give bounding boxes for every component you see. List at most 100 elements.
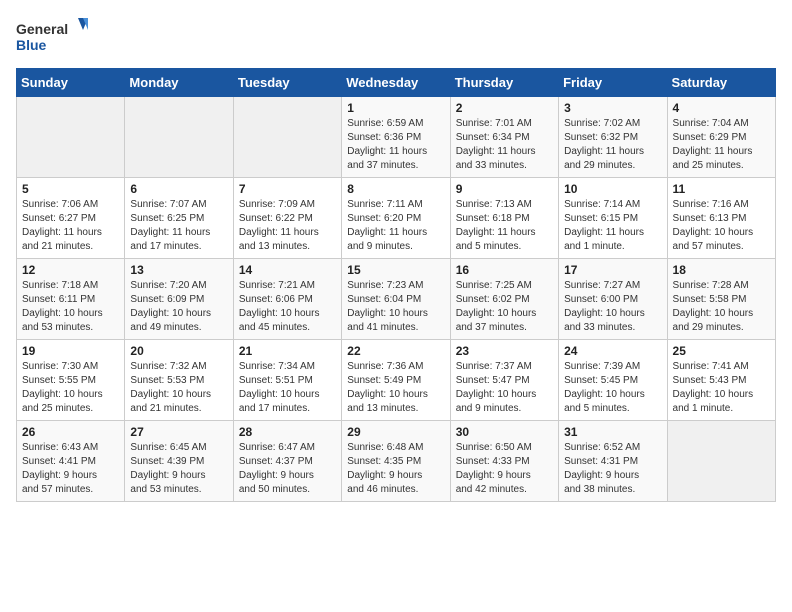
col-header-monday: Monday [125, 69, 233, 97]
calendar-cell: 20 Sunrise: 7:32 AM Sunset: 5:53 PM Dayli… [125, 340, 233, 421]
calendar-cell: 6 Sunrise: 7:07 AM Sunset: 6:25 PM Daylig… [125, 178, 233, 259]
day-info: Sunrise: 7:11 AM Sunset: 6:20 PM Dayligh… [347, 198, 444, 254]
calendar-cell [233, 97, 341, 178]
calendar-cell: 21 Sunrise: 7:34 AM Sunset: 5:51 PM Dayli… [233, 340, 341, 421]
day-info: Sunrise: 6:50 AM Sunset: 4:33 PM Dayligh… [456, 441, 553, 497]
calendar-cell: 1 Sunrise: 6:59 AM Sunset: 6:36 PM Daylig… [342, 97, 450, 178]
day-info: Sunrise: 6:48 AM Sunset: 4:35 PM Dayligh… [347, 441, 444, 497]
calendar-cell [17, 97, 125, 178]
calendar-cell: 18 Sunrise: 7:28 AM Sunset: 5:58 PM Dayli… [667, 259, 775, 340]
day-number: 15 [347, 263, 444, 277]
calendar-cell: 5 Sunrise: 7:06 AM Sunset: 6:27 PM Daylig… [17, 178, 125, 259]
day-number: 19 [22, 344, 119, 358]
day-number: 29 [347, 425, 444, 439]
day-number: 24 [564, 344, 661, 358]
day-info: Sunrise: 7:16 AM Sunset: 6:13 PM Dayligh… [673, 198, 770, 254]
day-info: Sunrise: 7:37 AM Sunset: 5:47 PM Dayligh… [456, 360, 553, 416]
day-info: Sunrise: 7:25 AM Sunset: 6:02 PM Dayligh… [456, 279, 553, 335]
calendar-cell: 19 Sunrise: 7:30 AM Sunset: 5:55 PM Dayli… [17, 340, 125, 421]
day-number: 31 [564, 425, 661, 439]
day-number: 2 [456, 101, 553, 115]
day-number: 3 [564, 101, 661, 115]
day-number: 21 [239, 344, 336, 358]
logo: General Blue [16, 16, 96, 56]
day-number: 5 [22, 182, 119, 196]
calendar-cell: 10Sunrise: 7:14 AM Sunset: 6:15 PM Dayli… [559, 178, 667, 259]
calendar-cell: 14 Sunrise: 7:21 AM Sunset: 6:06 PM Dayli… [233, 259, 341, 340]
day-number: 26 [22, 425, 119, 439]
calendar-week-row: 19 Sunrise: 7:30 AM Sunset: 5:55 PM Dayli… [17, 340, 776, 421]
day-number: 20 [130, 344, 227, 358]
day-number: 27 [130, 425, 227, 439]
calendar-week-row: 5 Sunrise: 7:06 AM Sunset: 6:27 PM Daylig… [17, 178, 776, 259]
day-info: Sunrise: 7:20 AM Sunset: 6:09 PM Dayligh… [130, 279, 227, 335]
calendar-cell: 28 Sunrise: 6:47 AM Sunset: 4:37 PM Dayli… [233, 421, 341, 502]
day-info: Sunrise: 7:36 AM Sunset: 5:49 PM Dayligh… [347, 360, 444, 416]
day-info: Sunrise: 6:45 AM Sunset: 4:39 PM Dayligh… [130, 441, 227, 497]
day-info: Sunrise: 6:47 AM Sunset: 4:37 PM Dayligh… [239, 441, 336, 497]
calendar-cell: 7 Sunrise: 7:09 AM Sunset: 6:22 PM Daylig… [233, 178, 341, 259]
calendar-cell: 22Sunrise: 7:36 AM Sunset: 5:49 PM Dayli… [342, 340, 450, 421]
calendar-cell: 4 Sunrise: 7:04 AM Sunset: 6:29 PM Daylig… [667, 97, 775, 178]
day-info: Sunrise: 7:30 AM Sunset: 5:55 PM Dayligh… [22, 360, 119, 416]
calendar-week-row: 12Sunrise: 7:18 AM Sunset: 6:11 PM Dayli… [17, 259, 776, 340]
col-header-wednesday: Wednesday [342, 69, 450, 97]
calendar-cell: 31Sunrise: 6:52 AM Sunset: 4:31 PM Dayli… [559, 421, 667, 502]
day-number: 30 [456, 425, 553, 439]
svg-text:General: General [16, 21, 68, 37]
calendar-cell: 16 Sunrise: 7:25 AM Sunset: 6:02 PM Dayli… [450, 259, 558, 340]
calendar-cell: 25Sunrise: 7:41 AM Sunset: 5:43 PM Dayli… [667, 340, 775, 421]
calendar-cell [667, 421, 775, 502]
day-number: 7 [239, 182, 336, 196]
calendar-cell: 27 Sunrise: 6:45 AM Sunset: 4:39 PM Dayli… [125, 421, 233, 502]
day-info: Sunrise: 7:23 AM Sunset: 6:04 PM Dayligh… [347, 279, 444, 335]
day-number: 14 [239, 263, 336, 277]
col-header-friday: Friday [559, 69, 667, 97]
day-info: Sunrise: 6:43 AM Sunset: 4:41 PM Dayligh… [22, 441, 119, 497]
col-header-saturday: Saturday [667, 69, 775, 97]
calendar-cell: 17 Sunrise: 7:27 AM Sunset: 6:00 PM Dayli… [559, 259, 667, 340]
calendar-cell: 8Sunrise: 7:11 AM Sunset: 6:20 PM Daylig… [342, 178, 450, 259]
day-number: 13 [130, 263, 227, 277]
day-info: Sunrise: 7:04 AM Sunset: 6:29 PM Dayligh… [673, 117, 770, 173]
day-info: Sunrise: 7:21 AM Sunset: 6:06 PM Dayligh… [239, 279, 336, 335]
day-info: Sunrise: 7:18 AM Sunset: 6:11 PM Dayligh… [22, 279, 119, 335]
day-info: Sunrise: 7:39 AM Sunset: 5:45 PM Dayligh… [564, 360, 661, 416]
day-info: Sunrise: 7:06 AM Sunset: 6:27 PM Dayligh… [22, 198, 119, 254]
calendar-week-row: 26 Sunrise: 6:43 AM Sunset: 4:41 PM Dayli… [17, 421, 776, 502]
day-info: Sunrise: 7:28 AM Sunset: 5:58 PM Dayligh… [673, 279, 770, 335]
day-info: Sunrise: 7:27 AM Sunset: 6:00 PM Dayligh… [564, 279, 661, 335]
col-header-sunday: Sunday [17, 69, 125, 97]
day-info: Sunrise: 7:01 AM Sunset: 6:34 PM Dayligh… [456, 117, 553, 173]
day-info: Sunrise: 7:34 AM Sunset: 5:51 PM Dayligh… [239, 360, 336, 416]
day-number: 28 [239, 425, 336, 439]
day-number: 23 [456, 344, 553, 358]
calendar-cell: 12Sunrise: 7:18 AM Sunset: 6:11 PM Dayli… [17, 259, 125, 340]
calendar-table: SundayMondayTuesdayWednesdayThursdayFrid… [16, 68, 776, 502]
calendar-cell: 30 Sunrise: 6:50 AM Sunset: 4:33 PM Dayli… [450, 421, 558, 502]
day-info: Sunrise: 7:02 AM Sunset: 6:32 PM Dayligh… [564, 117, 661, 173]
calendar-week-row: 1 Sunrise: 6:59 AM Sunset: 6:36 PM Daylig… [17, 97, 776, 178]
calendar-cell: 26 Sunrise: 6:43 AM Sunset: 4:41 PM Dayli… [17, 421, 125, 502]
day-info: Sunrise: 7:09 AM Sunset: 6:22 PM Dayligh… [239, 198, 336, 254]
calendar-cell: 11Sunrise: 7:16 AM Sunset: 6:13 PM Dayli… [667, 178, 775, 259]
day-number: 17 [564, 263, 661, 277]
day-number: 1 [347, 101, 444, 115]
day-number: 18 [673, 263, 770, 277]
calendar-cell: 9Sunrise: 7:13 AM Sunset: 6:18 PM Daylig… [450, 178, 558, 259]
calendar-cell: 29 Sunrise: 6:48 AM Sunset: 4:35 PM Dayli… [342, 421, 450, 502]
day-number: 25 [673, 344, 770, 358]
col-header-thursday: Thursday [450, 69, 558, 97]
day-number: 16 [456, 263, 553, 277]
logo-svg: General Blue [16, 16, 96, 56]
day-info: Sunrise: 7:07 AM Sunset: 6:25 PM Dayligh… [130, 198, 227, 254]
day-number: 6 [130, 182, 227, 196]
calendar-cell: 23 Sunrise: 7:37 AM Sunset: 5:47 PM Dayli… [450, 340, 558, 421]
col-header-tuesday: Tuesday [233, 69, 341, 97]
day-info: Sunrise: 6:59 AM Sunset: 6:36 PM Dayligh… [347, 117, 444, 173]
day-number: 10 [564, 182, 661, 196]
day-number: 4 [673, 101, 770, 115]
calendar-cell: 13 Sunrise: 7:20 AM Sunset: 6:09 PM Dayli… [125, 259, 233, 340]
page-header: General Blue [16, 16, 776, 56]
day-info: Sunrise: 7:32 AM Sunset: 5:53 PM Dayligh… [130, 360, 227, 416]
